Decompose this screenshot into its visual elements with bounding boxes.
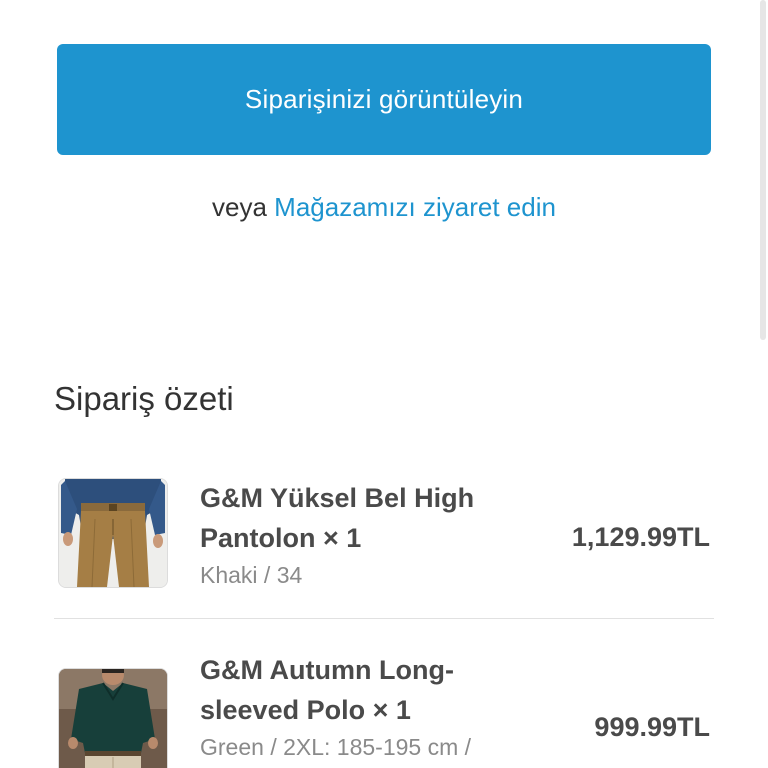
item-divider [54,618,714,619]
view-order-button[interactable]: Siparişinizi görüntüleyin [57,44,711,155]
product-name: G&M Yüksel Bel High Pantolon × 1 [200,483,475,553]
polo-image [59,669,167,768]
product-variant: Green / 2XL: 185-195 cm / [200,734,472,760]
alternative-action-line: veya Mağazamızı ziyaret edin [0,192,768,223]
product-name: G&M Autumn Long-sleeved Polo × 1 [200,655,454,725]
order-line-item: G&M Yüksel Bel High Pantolon × 1 Khaki /… [54,476,714,588]
visit-store-link[interactable]: Mağazamızı ziyaret edin [274,192,556,222]
order-summary-title: Sipariş özeti [54,380,234,417]
product-thumbnail-green-polo [58,668,168,768]
order-line-item: G&M Autumn Long-sleeved Polo × 1 Green /… [54,648,714,768]
product-price: 999.99TL [594,712,710,742]
view-order-label: Siparişinizi görüntüleyin [244,84,524,114]
product-thumbnail-khaki-trousers [58,478,168,588]
scrollbar[interactable] [760,0,766,340]
trousers-image [59,479,167,587]
product-price: 1,129.99TL [571,522,710,552]
or-text: veya [212,192,267,222]
order-confirmation-page: Siparişinizi görüntüleyin veya Mağazamız… [0,0,768,768]
product-variant: Khaki / 34 [200,562,303,588]
